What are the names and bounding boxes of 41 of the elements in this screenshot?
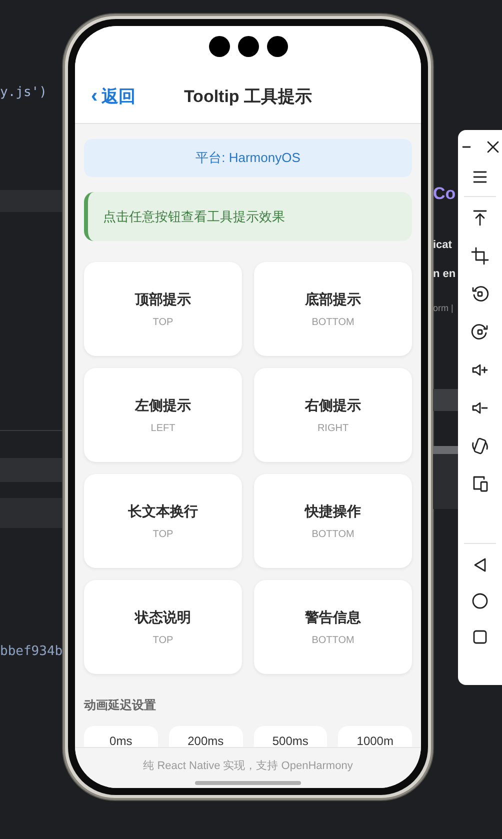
- section-title: 动画延迟设置: [84, 697, 157, 714]
- tooltip-card-button[interactable]: 右侧提示 RIGHT: [254, 368, 412, 462]
- platform-banner: 平台: HarmonyOS: [84, 139, 412, 177]
- camera-icon: [208, 36, 230, 57]
- tooltip-card-button[interactable]: 快捷操作 BOTTOM: [254, 474, 412, 568]
- code-text: icat: [433, 238, 452, 253]
- line-highlight: [433, 454, 458, 509]
- rotate-left-icon[interactable]: [471, 285, 489, 303]
- line-highlight: [0, 498, 63, 528]
- tooltip-card-button[interactable]: 状态说明 TOP: [84, 580, 242, 674]
- tooltip-card-button[interactable]: 左侧提示 LEFT: [84, 368, 242, 462]
- line-highlight: [433, 389, 458, 411]
- hint-banner: 点击任意按钮查看工具提示效果: [84, 192, 412, 241]
- tooltip-card-button[interactable]: 警告信息 BOTTOM: [254, 580, 412, 674]
- tooltip-card-button[interactable]: 长文本换行 TOP: [84, 474, 242, 568]
- scrollbar: [433, 446, 458, 454]
- code-text: Co: [433, 183, 456, 204]
- camera-icon: [266, 36, 288, 57]
- recents-icon[interactable]: [471, 628, 489, 646]
- code-text: bbef934b: [0, 643, 63, 661]
- delay-option-button[interactable]: 1000m: [338, 726, 412, 747]
- line-highlight: [0, 190, 63, 212]
- tooltip-card-button[interactable]: 底部提示 BOTTOM: [254, 262, 412, 356]
- pin-to-top-icon[interactable]: [471, 209, 489, 227]
- rotate-right-icon[interactable]: [471, 323, 489, 341]
- code-text: orm |: [433, 302, 454, 315]
- back-button[interactable]: ‹ 返回: [91, 85, 165, 108]
- code-text: n en: [433, 267, 456, 282]
- page-title: Tooltip 工具提示: [182, 86, 314, 108]
- home-icon[interactable]: [471, 592, 489, 610]
- code-text: y.js'): [0, 84, 47, 102]
- line-highlight: [0, 458, 63, 482]
- delay-option-button[interactable]: 200ms: [168, 726, 242, 747]
- tooltip-card-button[interactable]: 顶部提示 TOP: [84, 262, 242, 356]
- camera-icon: [238, 36, 258, 57]
- devices-icon[interactable]: [471, 475, 489, 493]
- crop-icon[interactable]: [471, 247, 489, 265]
- footer-text: 纯 React Native 实现，支持 OpenHarmony: [143, 758, 353, 773]
- delay-option-button[interactable]: 0ms: [84, 726, 158, 747]
- rotate-phone-icon[interactable]: [471, 437, 489, 455]
- delay-option-button[interactable]: 500ms: [254, 726, 328, 747]
